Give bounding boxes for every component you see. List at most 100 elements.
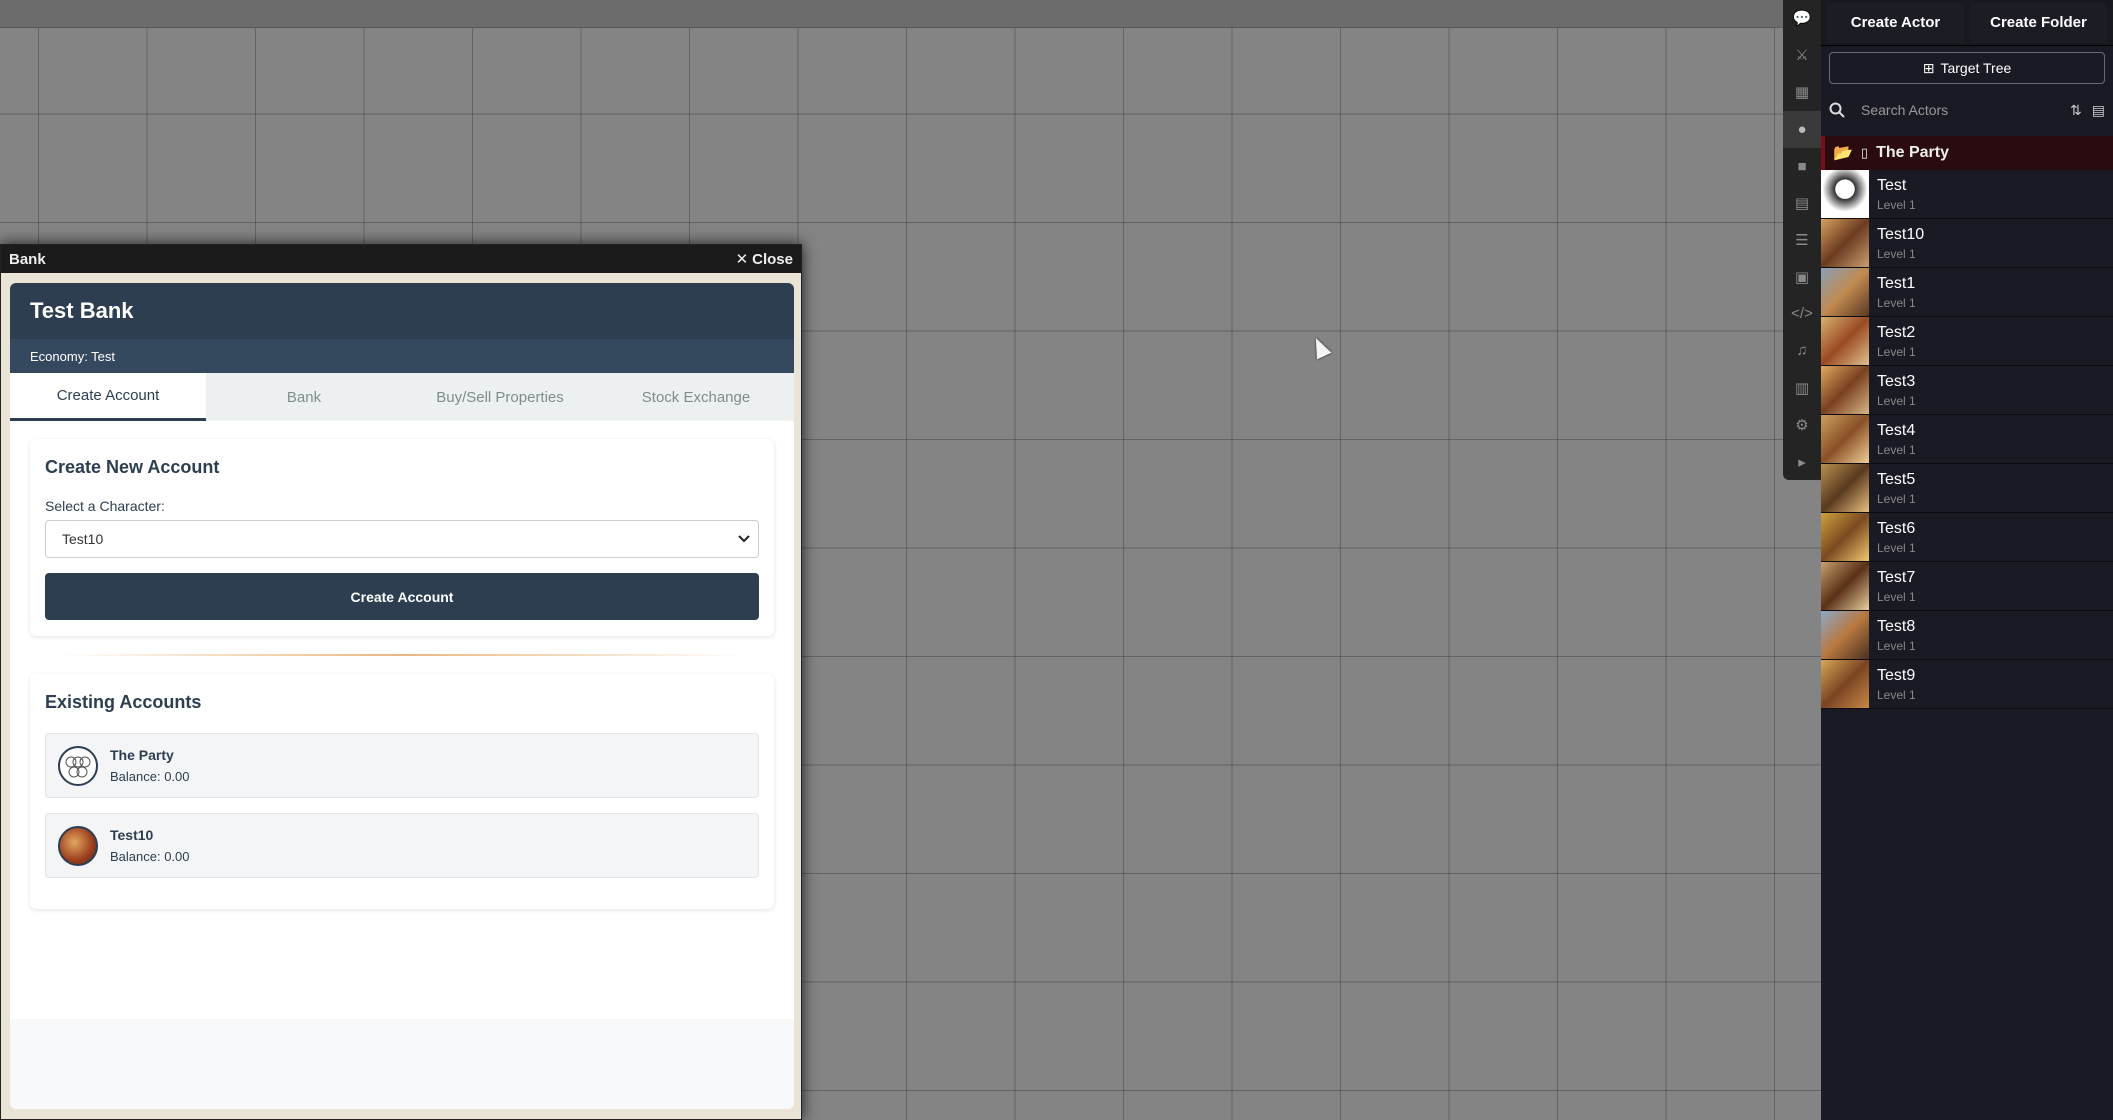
- cards-icon[interactable]: ▣: [1783, 258, 1821, 295]
- chat-icon[interactable]: 💬: [1783, 0, 1821, 37]
- target-tree-button[interactable]: ⊞ Target Tree: [1829, 52, 2105, 84]
- canvas-top-bar: [0, 0, 1783, 28]
- actor-info: Test6 Level 1: [1869, 520, 1916, 555]
- actor-entry[interactable]: Test4 Level 1: [1821, 415, 2113, 464]
- create-actor-button[interactable]: Create Actor: [1827, 2, 1964, 43]
- playlists-icon[interactable]: ♫: [1783, 332, 1821, 369]
- create-account-card: Create New Account Select a Character: T…: [30, 439, 774, 636]
- bank-titlebar[interactable]: Bank ✕ Close: [1, 245, 801, 273]
- section-divider: [60, 654, 744, 656]
- actor-info: Test4 Level 1: [1869, 422, 1916, 457]
- actor-level: Level 1: [1877, 638, 1916, 653]
- actor-level: Level 1: [1877, 295, 1916, 310]
- economy-label: Economy: Test: [10, 339, 794, 373]
- tab-bank[interactable]: Bank: [206, 373, 402, 421]
- actor-info: Test5 Level 1: [1869, 471, 1916, 506]
- actor-name: Test4: [1877, 421, 1916, 439]
- actor-entry[interactable]: Test6 Level 1: [1821, 513, 2113, 562]
- actor-level: Level 1: [1877, 442, 1916, 457]
- close-icon: ✕: [735, 251, 749, 268]
- search-icon: [1829, 102, 1845, 118]
- character-avatar: [58, 825, 98, 866]
- search-row: ⇅ ▤: [1821, 90, 2113, 130]
- actor-entry[interactable]: Test8 Level 1: [1821, 611, 2113, 660]
- existing-accounts-card: Existing Accounts The Party Balance: 0.0…: [30, 674, 774, 909]
- actor-entry[interactable]: Test2 Level 1: [1821, 317, 2113, 366]
- actor-info: Test2 Level 1: [1869, 324, 1916, 359]
- collapse-icon[interactable]: ▸: [1783, 443, 1821, 480]
- actor-portrait: [1821, 317, 1869, 365]
- account-item[interactable]: The Party Balance: 0.00: [45, 733, 759, 798]
- tab-create-account[interactable]: Create Account: [10, 373, 206, 421]
- existing-accounts-heading: Existing Accounts: [45, 692, 202, 712]
- close-button[interactable]: ✕ Close: [735, 250, 793, 269]
- actor-entry[interactable]: Test1 Level 1: [1821, 268, 2113, 317]
- actor-entry[interactable]: Test9 Level 1: [1821, 660, 2113, 709]
- actor-portrait: [1821, 170, 1869, 218]
- actor-info: Test9 Level 1: [1869, 667, 1916, 702]
- actor-info: Test8 Level 1: [1869, 618, 1916, 653]
- chevron-down-icon: [738, 535, 750, 543]
- account-name: Test10: [110, 827, 154, 843]
- folder-open-icon: 📂: [1833, 145, 1853, 162]
- actor-info: Test3 Level 1: [1869, 373, 1916, 408]
- actor-name: Test7: [1877, 568, 1916, 586]
- tab-stock-exchange[interactable]: Stock Exchange: [598, 373, 794, 421]
- close-label: Close: [752, 250, 793, 268]
- tab-buy-sell-properties[interactable]: Buy/Sell Properties: [402, 373, 598, 421]
- character-select[interactable]: Test10: [45, 520, 759, 558]
- account-balance: Balance: 0.00: [110, 849, 190, 864]
- sitemap-icon: ⊞: [1922, 59, 1935, 76]
- bank-tabs: Create Account Bank Buy/Sell Properties …: [10, 373, 794, 421]
- actor-level: Level 1: [1877, 246, 1916, 261]
- bank-name: Test Bank: [10, 283, 794, 339]
- collapse-folders-icon[interactable]: ▤: [2092, 102, 2105, 119]
- actor-level: Level 1: [1877, 687, 1916, 702]
- actor-portrait: [1821, 513, 1869, 561]
- sidebar-header: Create Actor Create Folder: [1821, 0, 2113, 46]
- actor-info: Test7 Level 1: [1869, 569, 1916, 604]
- create-folder-button[interactable]: Create Folder: [1970, 2, 2107, 43]
- create-account-heading: Create New Account: [45, 457, 220, 477]
- actor-entry[interactable]: Test3 Level 1: [1821, 366, 2113, 415]
- actor-name: Test3: [1877, 372, 1916, 390]
- account-item[interactable]: Test10 Balance: 0.00: [45, 813, 759, 878]
- select-character-label: Select a Character:: [45, 498, 165, 514]
- items-icon[interactable]: ■: [1783, 148, 1821, 185]
- sort-icon[interactable]: ⇅: [2070, 102, 2082, 119]
- actors-icon[interactable]: ●: [1783, 110, 1821, 148]
- actor-portrait: [1821, 415, 1869, 463]
- actor-name: Test8: [1877, 617, 1916, 635]
- actor-entry[interactable]: Test7 Level 1: [1821, 562, 2113, 611]
- actor-entry[interactable]: Test10 Level 1: [1821, 219, 2113, 268]
- actor-level: Level 1: [1877, 491, 1916, 506]
- compendium-icon[interactable]: ▥: [1783, 369, 1821, 406]
- actor-name: Test: [1877, 176, 1907, 194]
- settings-icon[interactable]: ⚙: [1783, 406, 1821, 443]
- actor-portrait: [1821, 660, 1869, 708]
- actor-name: Test10: [1877, 225, 1925, 243]
- journal-icon[interactable]: ▤: [1783, 185, 1821, 222]
- actor-entry[interactable]: Test Level 1: [1821, 170, 2113, 219]
- combat-icon[interactable]: ⚔: [1783, 37, 1821, 74]
- scenes-icon[interactable]: ▦: [1783, 74, 1821, 111]
- bank-content: Test Bank Economy: Test Create Account B…: [10, 283, 794, 1109]
- actor-name: Test1: [1877, 274, 1916, 292]
- actors-sidebar: Create Actor Create Folder ⊞ Target Tree…: [1821, 0, 2113, 1120]
- create-account-button[interactable]: Create Account: [45, 573, 759, 620]
- mouse-cursor: [1308, 334, 1332, 360]
- window-title: Bank: [9, 250, 46, 268]
- tables-icon[interactable]: ☰: [1783, 222, 1821, 259]
- account-balance: Balance: 0.00: [110, 769, 190, 784]
- actor-portrait: [1821, 219, 1869, 267]
- actor-portrait: [1821, 268, 1869, 316]
- folder-the-party[interactable]: 📂 ▯ The Party: [1821, 136, 2113, 170]
- actor-entry[interactable]: Test5 Level 1: [1821, 464, 2113, 513]
- actor-level: Level 1: [1877, 393, 1916, 408]
- party-avatar: [58, 745, 98, 786]
- sidebar-tabs: 💬 ⚔ ▦ ● ■ ▤ ☰ ▣ </> ♫ ▥ ⚙ ▸: [1783, 0, 1821, 480]
- macros-icon[interactable]: </>: [1783, 295, 1821, 332]
- selected-character: Test10: [62, 531, 104, 547]
- search-input[interactable]: [1855, 96, 2061, 124]
- actor-portrait: [1821, 464, 1869, 512]
